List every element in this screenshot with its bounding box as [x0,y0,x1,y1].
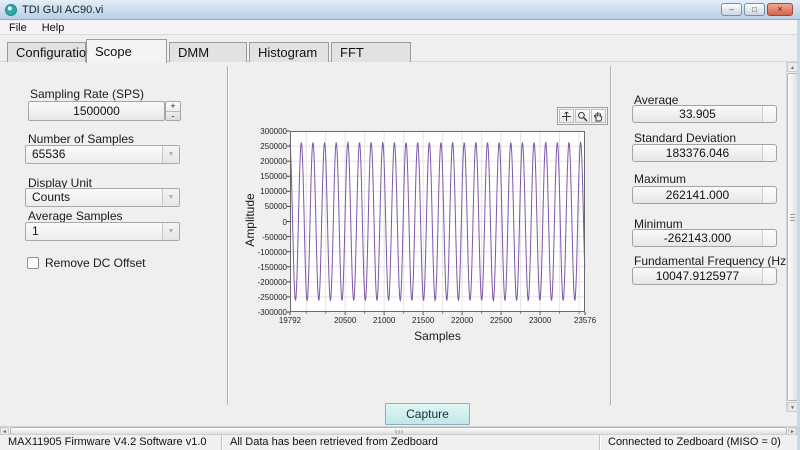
left-panel-divider [227,66,228,405]
status-connection: Connected to Zedboard (MISO = 0) [608,436,781,448]
y-tick-label: -50000 [262,232,287,242]
indicator-end-cap [762,268,776,284]
indicator-end-cap [762,187,776,203]
menu-file[interactable]: File [9,22,27,34]
tab-dmm[interactable]: DMM [169,42,247,62]
sampling-rate-spinner: + - [165,101,181,121]
y-tick-label: 100000 [260,187,287,197]
average-samples-dropdown[interactable]: 1 ▼ [25,222,180,241]
x-tick-label: 23000 [528,316,552,325]
tab-configuration[interactable]: Configuration [7,42,93,62]
horizontal-scrollbar[interactable]: ◄ ► [0,426,797,435]
average-samples-value: 1 [32,224,39,238]
minimize-button[interactable]: – [721,3,742,16]
right-panel-divider [610,66,611,405]
menu-bar: File Help [0,21,800,35]
x-tick-label: 21500 [412,316,435,325]
x-tick-label: 19792 [278,316,302,325]
spinner-decrement-icon[interactable]: - [166,111,180,121]
chevron-down-icon[interactable]: ▼ [162,146,179,163]
y-tick-label: 150000 [260,172,287,182]
x-axis-tick-labels: 19792 20500 21000 21500 22000 22500 23000 23576 [279,316,596,326]
x-tick-label: 21000 [373,316,396,325]
title-bar: TDI GUI AC90.vi – □ × [0,0,800,20]
window-controls: – □ × [721,3,795,16]
y-tick-label: 250000 [260,142,287,152]
scrollbar-grip [790,214,795,221]
y-tick-label: -100000 [257,247,287,257]
average-value: 33.905 [679,107,716,121]
x-tick-label: 23576 [573,316,597,325]
average-indicator: 33.905 [632,105,777,123]
app-icon [5,3,17,16]
average-samples-label: Average Samples [28,209,123,223]
maximum-indicator: 262141.000 [632,186,777,204]
x-tick-label: 22500 [489,316,513,325]
tab-fft[interactable]: FFT [331,42,411,62]
chevron-down-icon[interactable]: ▼ [162,223,179,240]
cursor-crosshair-icon[interactable] [559,109,574,123]
indicator-end-cap [762,230,776,246]
fundamental-frequency-label: Fundamental Frequency (Hz) [634,254,791,268]
fundamental-frequency-value: 10047.9125977 [655,269,740,283]
std-deviation-indicator: 183376.046 [632,144,777,162]
sampling-rate-label: Sampling Rate (SPS) [30,87,145,101]
chevron-down-icon[interactable]: ▼ [162,189,179,206]
status-firmware: MAX11905 Firmware V4.2 Software v1.0 [8,436,207,448]
tab-histogram[interactable]: Histogram [249,42,329,62]
status-bar: MAX11905 Firmware V4.2 Software v1.0 All… [0,434,800,450]
number-of-samples-dropdown[interactable]: 65536 ▼ [25,145,180,164]
maximize-button[interactable]: □ [744,3,765,16]
indicator-end-cap [762,145,776,161]
y-tick-label: -150000 [257,262,287,272]
y-tick-label: 300000 [260,127,287,136]
display-unit-value: Counts [32,190,71,204]
maximum-value: 262141.000 [665,188,730,202]
tab-scope[interactable]: Scope [86,39,167,63]
x-axis-title: Samples [414,329,461,343]
indicator-end-cap [762,106,776,122]
graph-palette [557,107,608,125]
std-deviation-label: Standard Deviation [634,131,737,145]
remove-dc-offset-label: Remove DC Offset [45,256,146,270]
capture-button[interactable]: Capture [385,403,470,425]
close-button[interactable]: × [767,3,793,16]
pan-hand-icon[interactable] [591,109,606,123]
y-tick-label: -200000 [257,277,287,287]
x-tick-label: 22000 [451,316,474,325]
remove-dc-offset-checkbox[interactable] [27,257,39,269]
fundamental-frequency-indicator: 10047.9125977 [632,267,777,285]
app-window: TDI GUI AC90.vi – □ × File Help Configur… [0,0,800,450]
scope-plot[interactable] [287,130,586,315]
maximum-label: Maximum [634,172,687,186]
number-of-samples-value: 65536 [32,147,66,161]
y-axis-tick-labels: 300000 250000 200000 150000 100000 50000 0 -500… [238,127,287,317]
y-tick-label: -250000 [257,292,287,302]
menu-help[interactable]: Help [42,22,65,34]
std-deviation-value: 183376.046 [665,146,730,160]
sampling-rate-input[interactable]: 1500000 [28,101,165,121]
display-unit-dropdown[interactable]: Counts ▼ [25,188,180,207]
window-title: TDI GUI AC90.vi [22,3,104,16]
minimum-indicator: -262143.000 [632,229,777,247]
y-tick-label: 0 [282,217,287,227]
status-data: All Data has been retrieved from Zedboar… [230,436,438,448]
zoom-magnifier-icon[interactable] [575,109,590,123]
number-of-samples-label: Number of Samples [28,132,135,146]
y-tick-label: 200000 [260,157,287,167]
x-tick-label: 20500 [334,316,357,325]
y-tick-label: 50000 [264,202,287,212]
minimum-value: -262143.000 [663,231,732,245]
